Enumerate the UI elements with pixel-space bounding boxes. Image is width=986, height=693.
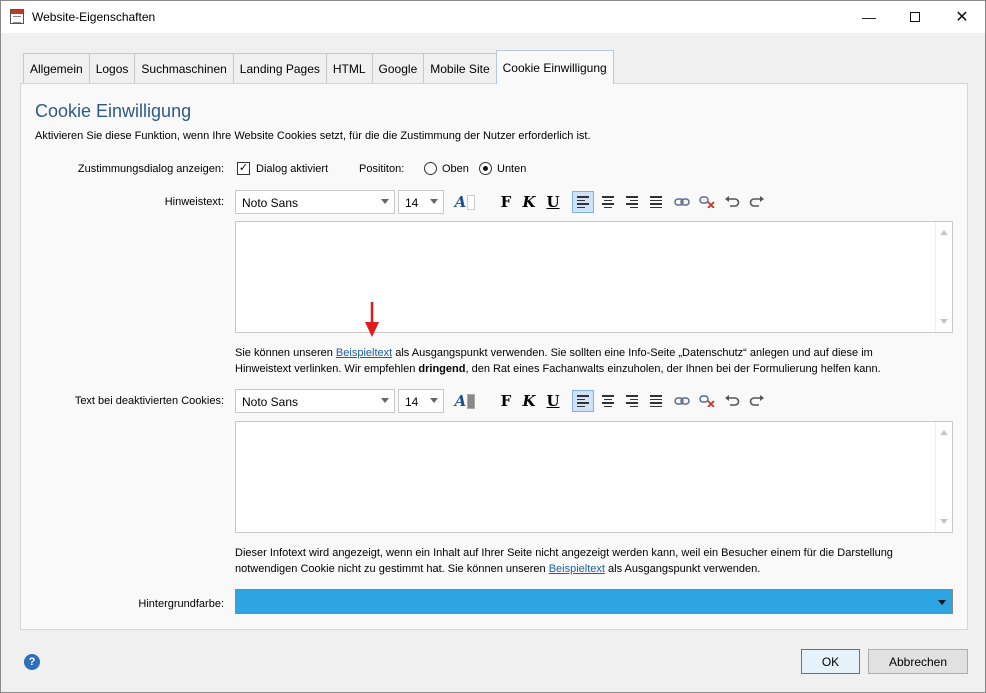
chevron-down-icon: [938, 600, 946, 605]
tab-google[interactable]: Google: [371, 53, 425, 84]
justify-icon[interactable]: [645, 390, 667, 412]
maximize-icon[interactable]: [892, 1, 938, 33]
hint-info-bold: dringend: [418, 363, 466, 375]
align-center-icon[interactable]: [597, 390, 619, 412]
cookie-panel: Cookie Einwilligung Aktivieren Sie diese…: [20, 83, 968, 630]
disabled-info-part2: notwendigen Cookie nicht zu gestimmt hat…: [235, 563, 549, 575]
hint-info-part3: Hinweistext verlinken. Wir empfehlen: [235, 363, 419, 375]
radio-oben[interactable]: [424, 162, 437, 175]
disabled-cookies-label: Text bei deaktivierten Cookies:: [74, 395, 224, 407]
italic-icon[interactable]: K: [518, 390, 540, 412]
undo-icon[interactable]: [721, 390, 743, 412]
align-right-icon[interactable]: [621, 390, 643, 412]
hint-label: Hinweistext:: [164, 196, 224, 208]
tab-logos[interactable]: Logos: [88, 53, 136, 84]
font-color-icon[interactable]: A: [454, 191, 476, 213]
tab-landing-pages[interactable]: Landing Pages: [232, 53, 327, 84]
hint-font-select[interactable]: Noto Sans: [235, 190, 395, 214]
tab-html[interactable]: HTML: [325, 53, 373, 84]
panel-heading: Cookie Einwilligung: [35, 101, 192, 121]
cancel-button[interactable]: Abbrechen: [868, 649, 968, 674]
bold-icon[interactable]: F: [495, 390, 517, 412]
redo-icon[interactable]: [746, 390, 768, 412]
bold-icon[interactable]: F: [495, 191, 517, 213]
link-icon[interactable]: [671, 191, 693, 213]
disabled-size-select[interactable]: 14: [398, 389, 444, 413]
tab-suchmaschinen[interactable]: Suchmaschinen: [134, 53, 234, 84]
hint-text-editor[interactable]: [235, 221, 953, 333]
unlink-icon[interactable]: [696, 191, 718, 213]
dialog-checkbox-label: Dialog aktiviert: [256, 163, 329, 175]
disabled-info-part3: als Ausgangspunkt verwenden.: [604, 563, 761, 575]
hint-size-value: 14: [405, 196, 419, 210]
position-label: Posititon:: [359, 163, 405, 175]
dialog-window: Website-Eigenschaften — ✕ Allgemein Logo…: [0, 0, 986, 693]
bg-color-label: Hintergrundfarbe:: [138, 598, 224, 610]
title-bar: Website-Eigenschaften — ✕: [1, 1, 985, 33]
disabled-size-value: 14: [405, 395, 419, 409]
radio-oben-label: Oben: [442, 163, 469, 175]
dialog-checkbox[interactable]: ✓: [237, 162, 250, 175]
chevron-down-icon: [430, 199, 438, 204]
tab-mobile-site[interactable]: Mobile Site: [423, 53, 497, 84]
chevron-down-icon: [381, 199, 389, 204]
tab-bar: Allgemein Logos Suchmaschinen Landing Pa…: [23, 50, 614, 84]
align-center-icon[interactable]: [597, 191, 619, 213]
disabled-font-value: Noto Sans: [242, 395, 299, 409]
hint-font-value: Noto Sans: [242, 196, 299, 210]
chevron-down-icon: [430, 398, 438, 403]
scrollbar[interactable]: [935, 422, 952, 532]
app-icon: [10, 9, 24, 24]
align-left-icon[interactable]: [572, 191, 594, 213]
link-icon[interactable]: [671, 390, 693, 412]
hint-info: Sie können unseren Beispieltext als Ausg…: [235, 345, 955, 377]
sample-text-link[interactable]: Beispieltext: [336, 347, 392, 359]
disabled-info: Dieser Infotext wird angezeigt, wenn ein…: [235, 545, 955, 577]
disabled-font-select[interactable]: Noto Sans: [235, 389, 395, 413]
radio-unten[interactable]: [479, 162, 492, 175]
window-title: Website-Eigenschaften: [32, 10, 156, 24]
hint-info-part4: , den Rat eines Fachanwalts einzuholen, …: [465, 363, 881, 375]
align-right-icon[interactable]: [621, 191, 643, 213]
tab-cookie-einwilligung[interactable]: Cookie Einwilligung: [495, 50, 614, 84]
justify-icon[interactable]: [645, 191, 667, 213]
scrollbar[interactable]: [935, 222, 952, 332]
hint-info-part1: Sie können unseren: [235, 347, 336, 359]
tab-allgemein[interactable]: Allgemein: [23, 53, 90, 84]
unlink-icon[interactable]: [696, 390, 718, 412]
disabled-info-part1: Dieser Infotext wird angezeigt, wenn ein…: [235, 547, 893, 559]
italic-icon[interactable]: K: [518, 191, 540, 213]
hint-info-part2: als Ausgangspunkt verwenden. Sie sollten…: [392, 347, 873, 359]
align-left-icon[interactable]: [572, 390, 594, 412]
hint-size-select[interactable]: 14: [398, 190, 444, 214]
underline-icon[interactable]: U: [542, 191, 564, 213]
chevron-down-icon: [381, 398, 389, 403]
disabled-text-editor[interactable]: [235, 421, 953, 533]
font-color-icon[interactable]: A: [454, 390, 476, 412]
bg-color-picker[interactable]: [235, 589, 953, 614]
ok-button[interactable]: OK: [801, 649, 860, 674]
undo-icon[interactable]: [721, 191, 743, 213]
underline-icon[interactable]: U: [542, 390, 564, 412]
arrow-annotation: [365, 302, 379, 337]
sample-text-link-2[interactable]: Beispieltext: [549, 563, 605, 575]
help-icon[interactable]: ?: [24, 654, 40, 670]
redo-icon[interactable]: [746, 191, 768, 213]
intro-text: Aktivieren Sie diese Funktion, wenn Ihre…: [35, 130, 591, 142]
close-icon[interactable]: ✕: [939, 1, 985, 33]
radio-unten-label: Unten: [497, 163, 527, 175]
consent-label: Zustimmungsdialog anzeigen:: [77, 163, 224, 175]
minimize-icon[interactable]: —: [846, 1, 892, 33]
